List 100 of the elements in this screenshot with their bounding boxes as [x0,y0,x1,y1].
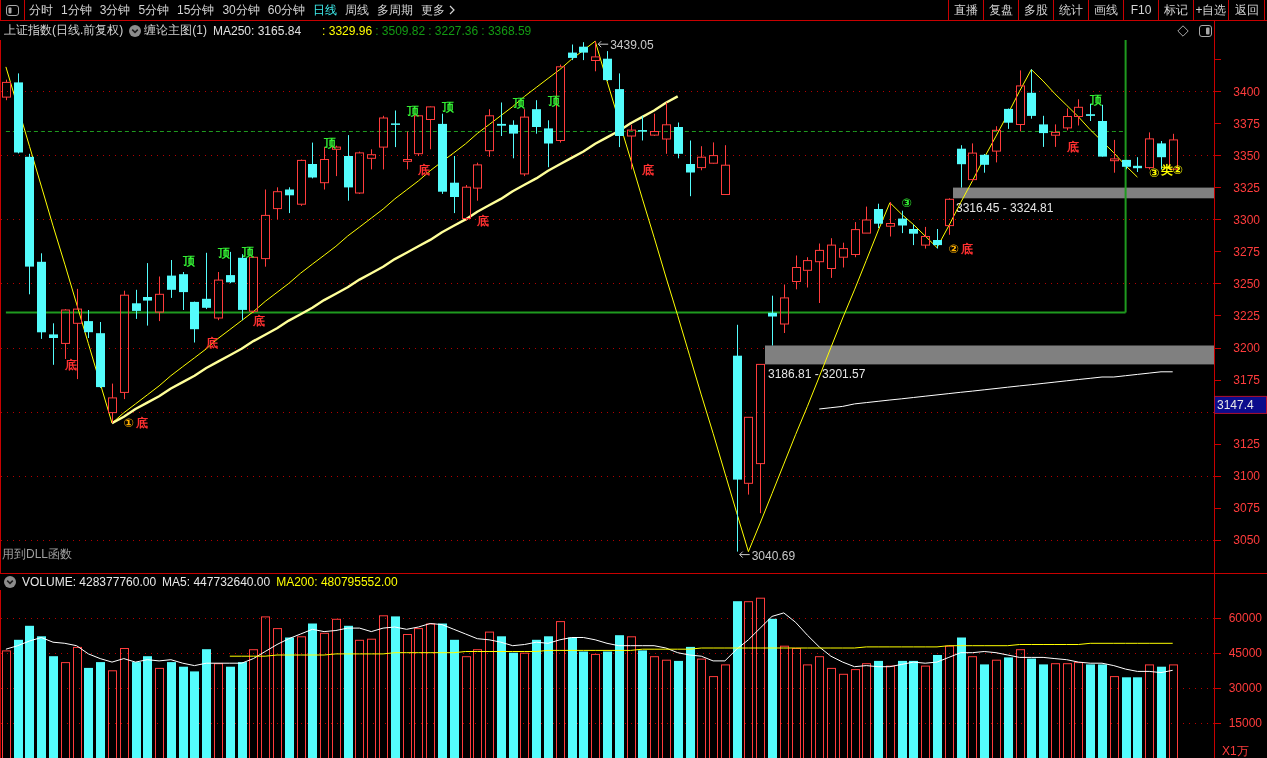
period-tab[interactable]: 30分钟 [218,0,264,20]
candlestick [839,242,848,268]
signal-label: ① [123,416,134,431]
candlestick [379,115,388,170]
candlestick [886,201,895,237]
period-tab[interactable]: 5分钟 [134,0,174,20]
indicator-note: 用到DLL函数 [2,547,72,561]
candlestick [1027,68,1036,120]
price-label: 3040.69 [739,548,796,563]
signal-label: 底 [135,416,148,431]
indicator-value: : 3509.82 [375,23,426,38]
candlestick [1051,123,1060,148]
candlestick [933,228,942,250]
signal-label: 顶 [241,245,254,260]
signal-label: 顶 [182,253,195,268]
axis-label: 3350 [1233,148,1260,163]
axis-label: 3375 [1233,116,1260,131]
candlestick [1133,156,1142,173]
candlestick [579,41,588,61]
panel-icon[interactable] [1199,24,1212,37]
indicator-value: MA250: 3165.84 [213,23,302,38]
candlestick [403,131,412,170]
price-band-label: 3186.81 - 3201.57 [768,367,866,382]
axis-label: 3075 [1233,501,1260,516]
indicator-value: MA200: 480795552.00 [276,575,398,589]
candlestick [674,122,683,159]
candlestick [1039,115,1048,148]
candlestick [803,256,812,288]
candlestick [992,125,1001,163]
period-tab[interactable]: 周线 [341,0,374,20]
candlestick [792,255,801,290]
more-button[interactable]: 更多 [417,0,460,20]
axis-label: 3175 [1233,373,1260,387]
signal-label: 底 [1066,140,1079,155]
chevron-down-icon[interactable] [129,24,142,37]
candlestick [450,155,459,214]
toolbar-button[interactable]: +自选 [1193,0,1228,20]
signal-label: 底 [477,214,490,229]
signal-label: 底 [642,162,655,177]
axis-unit-label: X1万 [1222,744,1249,758]
candlestick [780,284,789,334]
axis-label: 30000 [1228,681,1262,696]
candlestick [132,289,141,320]
period-tab[interactable]: 15分钟 [173,0,219,20]
period-tab[interactable]: 60分钟 [263,0,310,20]
candlestick [497,102,506,137]
candlestick [697,145,706,171]
axis-label: 3325 [1233,180,1260,195]
candlestick [167,259,176,299]
period-tab[interactable]: 分时 [25,0,57,20]
candlestick [957,144,966,189]
candlestick [1122,159,1131,170]
signal-label: 顶 [324,136,337,151]
signal-label: 底 [418,162,431,177]
axis-label: 3300 [1233,212,1260,227]
candlestick [355,151,364,195]
candlestick [591,40,600,72]
candlestick [2,79,11,101]
period-tab[interactable]: 日线 [309,0,342,20]
candlestick [662,102,671,155]
candlestick [686,140,695,197]
indicator-value: VOLUME: 428377760.00 [22,575,157,589]
signal-label: 顶 [442,99,454,114]
axis-label: 3225 [1233,309,1260,323]
candlestick [96,321,105,389]
candlestick [1098,104,1107,158]
candlestick [921,226,930,250]
signal-label: 顶 [1090,92,1103,107]
toolbar-button[interactable]: 返回 [1228,0,1265,20]
candlestick [909,224,918,246]
candlestick [202,252,211,310]
period-tab[interactable]: 3分钟 [95,0,135,20]
candlestick [968,142,977,182]
candlestick [980,153,989,174]
diamond-icon[interactable] [1177,24,1189,37]
candlestick [945,197,954,236]
candlestick [426,105,435,150]
period-tab[interactable]: 多周期 [373,0,418,20]
sidebar-icon [6,4,19,16]
candlestick [721,144,730,196]
candlestick [1004,108,1013,130]
candlestick [485,108,494,158]
candlestick [520,108,529,177]
axis-label: 3400 [1233,84,1260,99]
signal-label: ③ [901,195,912,210]
axis-label: 15000 [1228,716,1262,731]
axis-label: 60000 [1228,611,1262,626]
candlestick [815,243,824,304]
candlestick [1110,139,1119,174]
period-tab[interactable]: 1分钟 [57,0,96,20]
candlestick [898,210,907,234]
signal-label: ② [1172,162,1183,177]
candlestick [391,110,400,148]
chevron-down-icon[interactable] [4,576,16,588]
axis-label: 45000 [1228,646,1262,661]
sidebar-toggle-button[interactable] [0,0,25,20]
candlestick [155,276,164,322]
candlestick [84,309,93,339]
candlestick [851,221,860,258]
candlestick [1016,69,1025,132]
